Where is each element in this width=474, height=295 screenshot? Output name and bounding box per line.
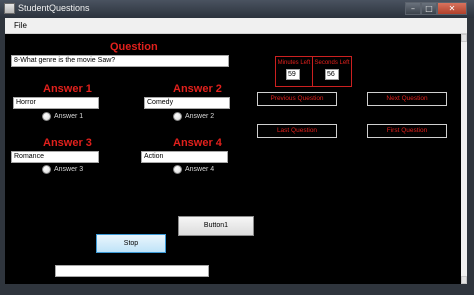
radio-button-icon[interactable] [42,165,51,174]
maximize-icon: □ [425,4,433,13]
answer-4-radio-label: Answer 4 [185,166,215,173]
answer-2-textbox[interactable]: Comedy [144,97,230,109]
app-icon [4,3,15,14]
seconds-left-label: Seconds Left [314,60,350,66]
radio-button-icon[interactable] [173,165,182,174]
answer-1-radio-label: Answer 1 [54,113,84,120]
minutes-left-value: 59 [286,69,300,80]
menu-file[interactable]: File [14,20,27,32]
stop-button[interactable]: Stop [96,234,166,253]
seconds-left-value: 56 [325,69,339,80]
next-question-button[interactable]: Next Question [367,92,447,106]
maximize-button[interactable]: □ [421,2,437,15]
seconds-left-group: Seconds Left 56 [312,56,352,87]
window-frame-right [467,18,474,295]
answer-3-textbox[interactable]: Romance [11,151,99,163]
answer-1-radio[interactable]: Answer 1 [42,112,92,122]
question-textbox[interactable]: 8-What genre is the movie Saw? [11,55,229,67]
radio-button-icon[interactable] [42,112,51,121]
answer-4-radio[interactable]: Answer 4 [173,165,223,175]
scroll-down-icon[interactable] [461,276,467,284]
answer-3-radio-label: Answer 3 [54,166,84,173]
answer-1-textbox[interactable]: Horror [13,97,99,109]
first-question-button[interactable]: First Question [367,124,447,138]
minutes-left-label: Minutes Left [277,60,311,66]
form-client-area: Question 8-What genre is the movie Saw? … [5,34,461,284]
answer-1-heading: Answer 1 [43,83,92,95]
answer-4-heading: Answer 4 [173,137,222,149]
vertical-scrollbar[interactable] [461,34,467,284]
radio-button-icon[interactable] [173,112,182,121]
close-icon: ✕ [448,4,456,13]
last-question-button[interactable]: Last Question [257,124,337,138]
button1[interactable]: Button1 [178,216,254,236]
answer-2-radio-label: Answer 2 [185,113,215,120]
window-frame-bottom [5,284,467,295]
minimize-button[interactable]: – [405,2,421,15]
answer-2-heading: Answer 2 [173,83,222,95]
answer-3-radio[interactable]: Answer 3 [42,165,92,175]
minimize-icon: – [411,4,415,13]
menu-bar: File [5,18,467,34]
student-questions-window: StudentQuestions – □ ✕ File Question 8-W… [0,0,474,295]
status-textbox[interactable] [55,265,209,277]
close-button[interactable]: ✕ [437,2,467,15]
answer-2-radio[interactable]: Answer 2 [173,112,223,122]
question-heading: Question [110,41,158,53]
scroll-up-icon[interactable] [461,34,467,42]
title-bar[interactable]: StudentQuestions – □ ✕ [0,0,474,18]
minutes-left-group: Minutes Left 59 [275,56,313,87]
window-title: StudentQuestions [18,3,90,13]
previous-question-button[interactable]: Previous Question [257,92,337,106]
answer-4-textbox[interactable]: Action [141,151,228,163]
answer-3-heading: Answer 3 [43,137,92,149]
